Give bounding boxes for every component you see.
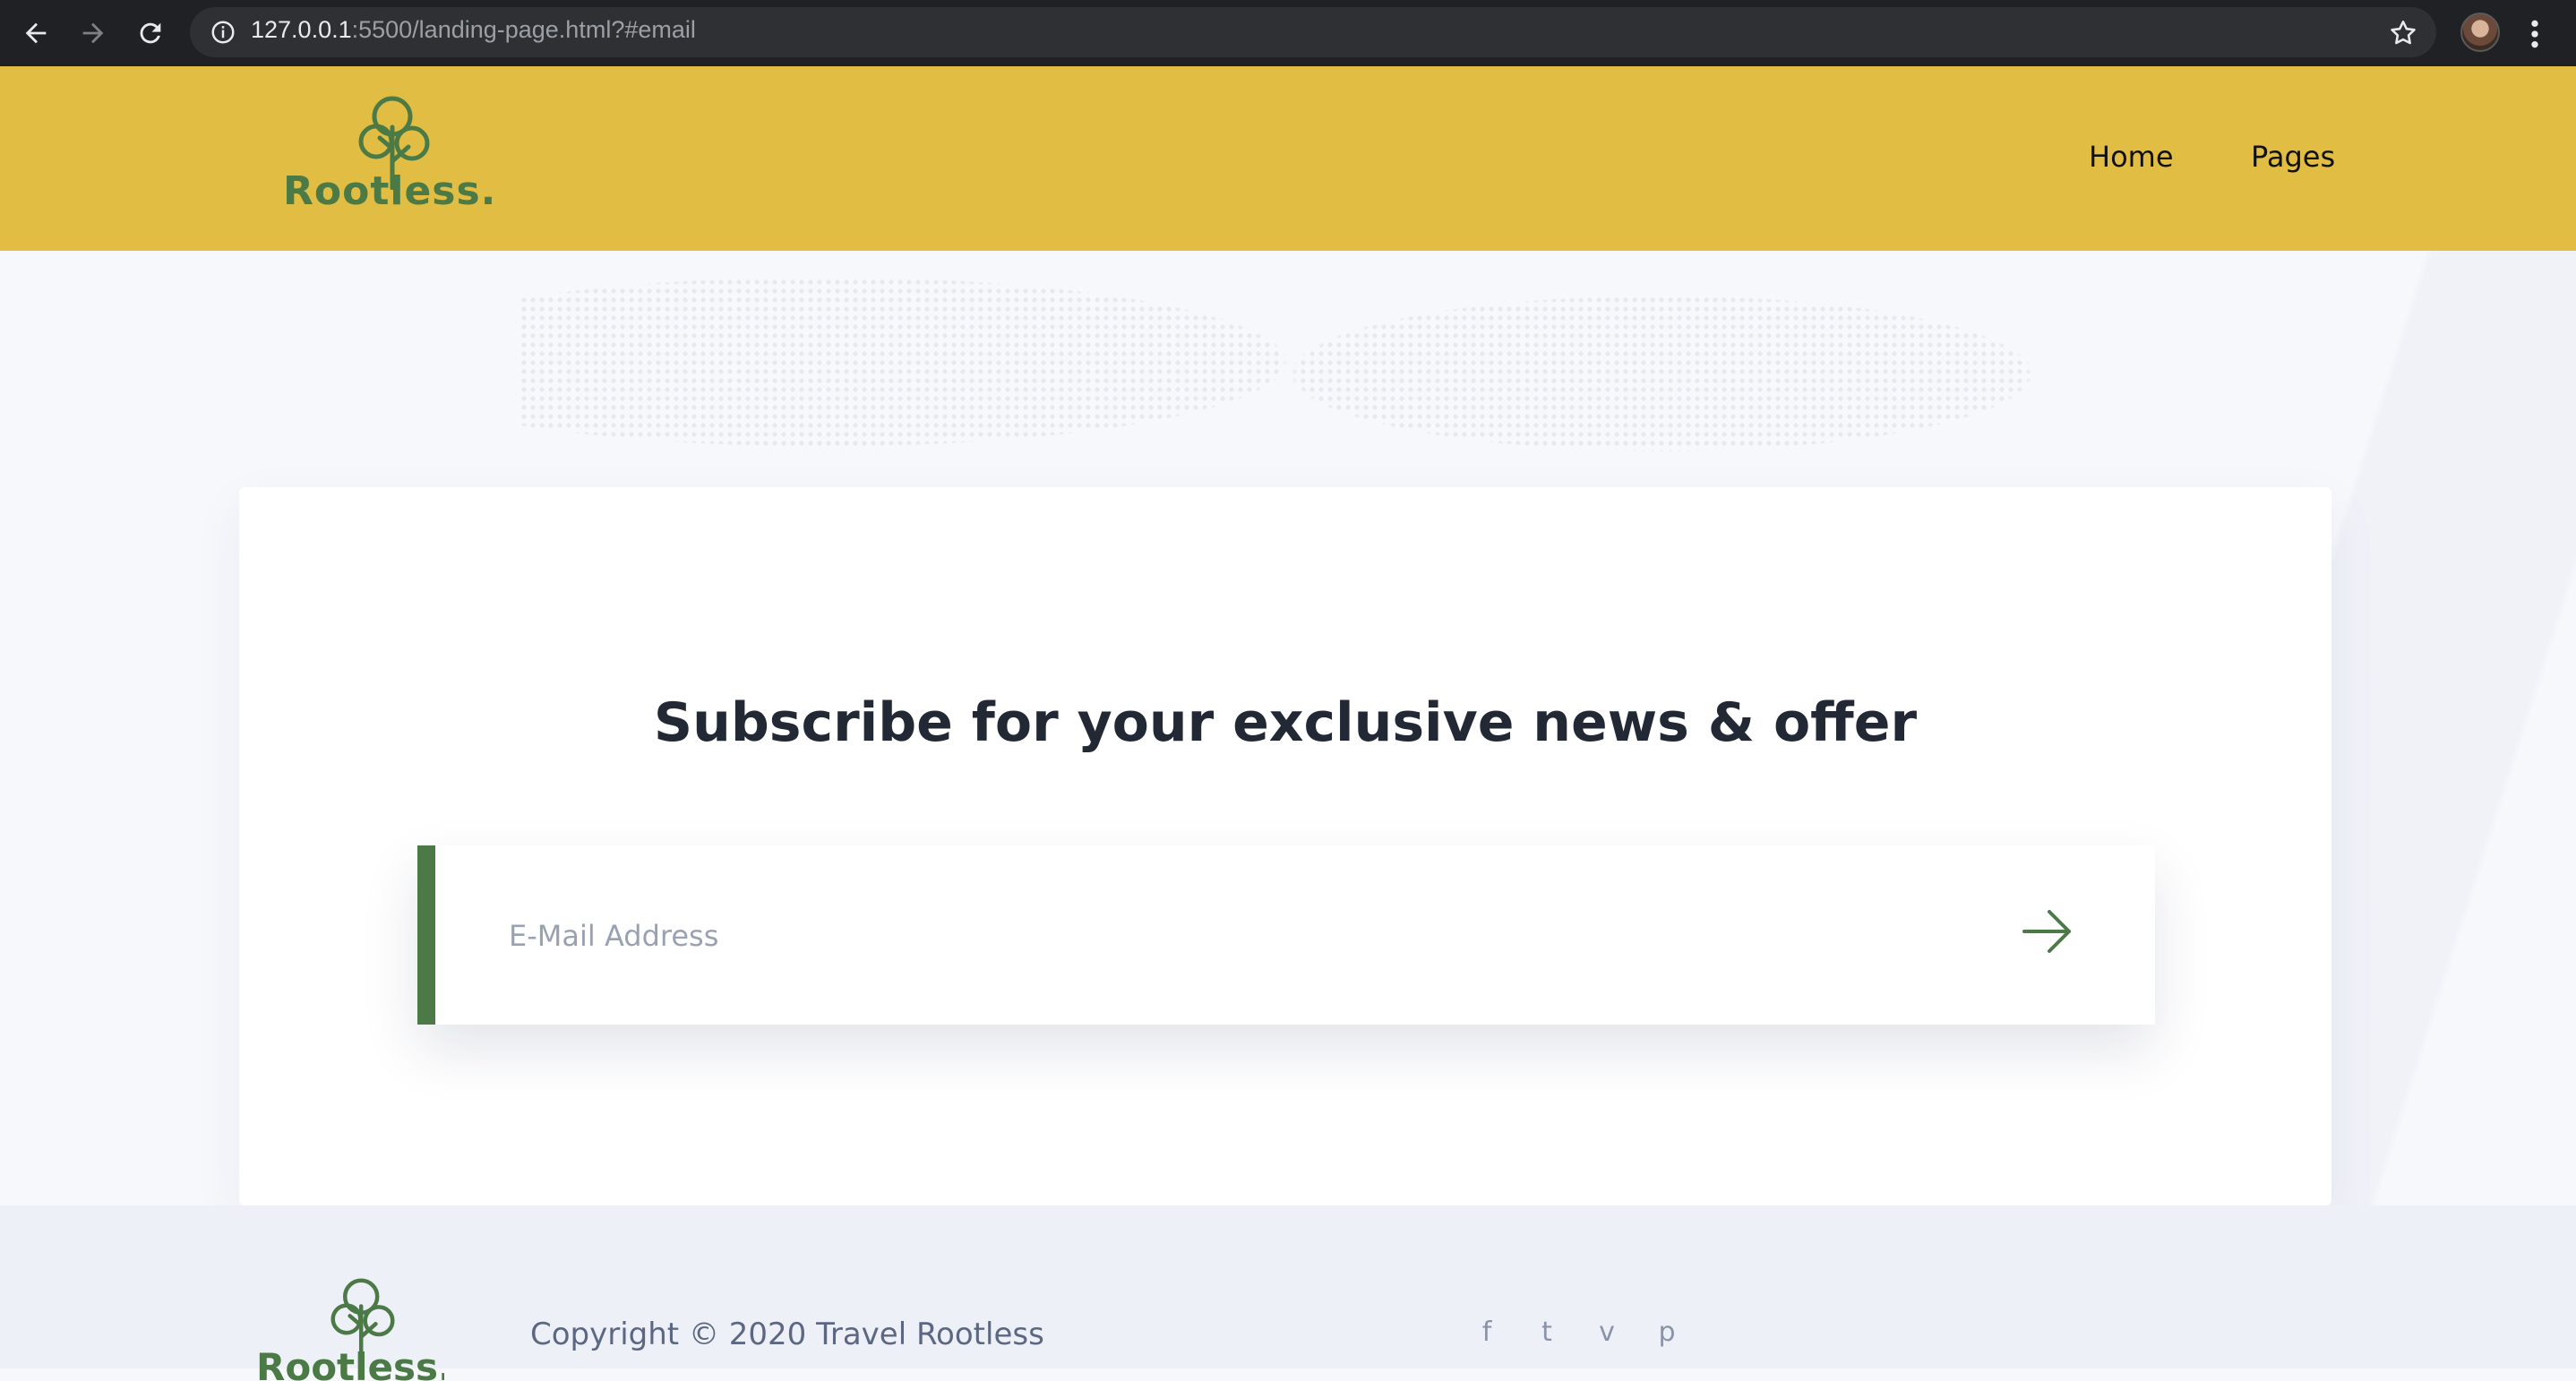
site-header: Rootless. Home Pages (0, 66, 2576, 251)
subscribe-title: Subscribe for your exclusive news & offe… (653, 691, 1918, 754)
url-host: 127.0.0.1 (251, 16, 352, 43)
url-text[interactable]: 127.0.0.1:5500/landing-page.html?#email (251, 16, 696, 44)
back-icon[interactable] (16, 13, 56, 53)
copyright-text: Copyright © 2020 Travel Rootless (530, 1317, 1044, 1352)
submit-button[interactable] (2021, 905, 2074, 958)
subscribe-card: Subscribe for your exclusive news & offe… (239, 487, 2331, 1205)
logo-text: Rootless. (283, 168, 497, 214)
world-map-decoration (519, 269, 2042, 502)
pinterest-icon[interactable]: p (1649, 1317, 1685, 1348)
footer-logo[interactable]: Rootless. (256, 1274, 444, 1381)
browser-toolbar: 127.0.0.1:5500/landing-page.html?#email (0, 0, 2576, 66)
vimeo-icon[interactable]: v (1589, 1317, 1625, 1348)
arrow-right-icon (2022, 910, 2071, 953)
footer-logo-text: Rootless. (256, 1345, 444, 1381)
nav-home[interactable]: Home (2089, 140, 2174, 174)
nav-pages[interactable]: Pages (2251, 140, 2335, 174)
site-footer: Rootless. Copyright © 2020 Travel Rootle… (0, 1205, 2576, 1381)
reload-icon[interactable] (131, 13, 170, 53)
facebook-icon[interactable]: f (1469, 1317, 1505, 1348)
accent-bar (417, 845, 435, 1025)
menu-icon[interactable] (2524, 16, 2546, 52)
site-logo[interactable]: Rootless. (283, 91, 495, 226)
info-icon[interactable] (210, 19, 236, 46)
star-icon[interactable] (2388, 18, 2418, 48)
forward-icon[interactable] (73, 13, 113, 53)
twitter-icon[interactable]: t (1529, 1317, 1565, 1348)
profile-avatar[interactable] (2460, 13, 2500, 52)
url-path: :5500/landing-page.html?#email (351, 16, 696, 43)
email-input[interactable] (507, 899, 1854, 973)
address-bar[interactable]: 127.0.0.1:5500/landing-page.html?#email (190, 7, 2436, 57)
subscribe-form (417, 845, 2155, 1025)
